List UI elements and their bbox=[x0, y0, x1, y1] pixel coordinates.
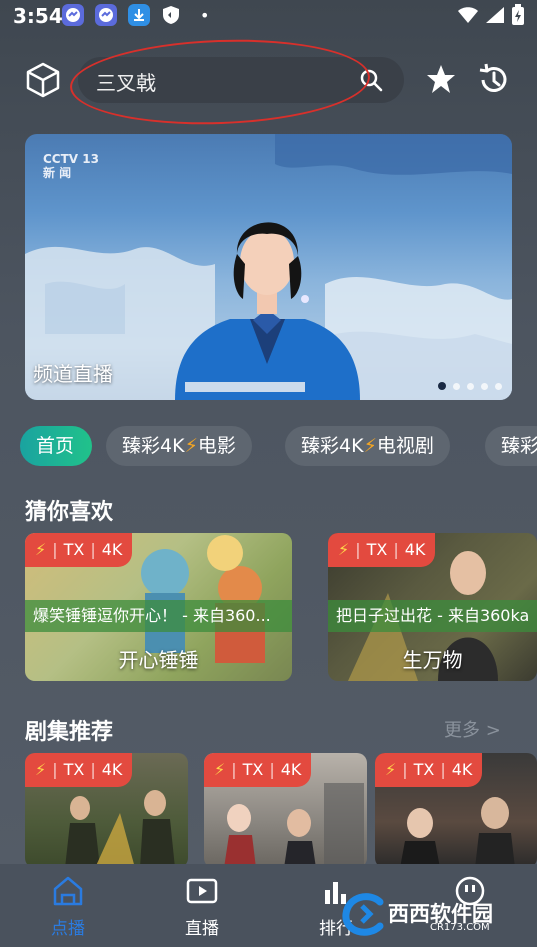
tab-4k-tv[interactable]: 臻彩4K⚡电视剧 bbox=[285, 426, 450, 466]
card-badge: ⚡ | TX | 4K bbox=[328, 533, 436, 567]
download-icon bbox=[128, 4, 150, 26]
nav-label: 点播 bbox=[51, 919, 85, 939]
carousel-dot[interactable] bbox=[481, 382, 488, 390]
cube-icon[interactable] bbox=[24, 61, 62, 99]
channel-logo: CCTV 13 新 闻 bbox=[43, 152, 99, 180]
bolt-icon: ⚡ bbox=[184, 435, 198, 457]
bolt-icon: ⚡ bbox=[35, 540, 47, 559]
status-time: 3:54 bbox=[13, 4, 63, 28]
nav-item-live[interactable]: 直播 bbox=[162, 874, 242, 939]
card-badge: ⚡ | TX | 4K bbox=[204, 753, 312, 787]
tab-home[interactable]: 首页 bbox=[20, 426, 92, 466]
badge-quality: 4K bbox=[404, 540, 426, 559]
shield-icon bbox=[160, 4, 182, 26]
video-card[interactable]: ⚡ | TX | 4K bbox=[25, 753, 188, 868]
card-badge: ⚡ | TX | 4K bbox=[375, 753, 483, 787]
badge-source: TX bbox=[242, 760, 264, 779]
channel-logo-line1: CCTV 13 bbox=[43, 152, 99, 166]
card-title: 开心锤锤 bbox=[118, 648, 199, 672]
video-card[interactable]: ⚡ | TX | 4K bbox=[375, 753, 537, 868]
badge-source: TX bbox=[366, 540, 388, 559]
category-tabs: 首页 臻彩4K⚡电影 臻彩4K⚡电视剧 臻彩 bbox=[20, 426, 537, 466]
bolt-icon: ⚡ bbox=[214, 760, 226, 779]
watermark-logo-icon bbox=[342, 893, 384, 936]
watermark-url: CR173.COM bbox=[430, 922, 490, 933]
home-icon bbox=[53, 876, 83, 906]
badge-source: TX bbox=[413, 760, 435, 779]
messenger-icon bbox=[62, 4, 84, 26]
bolt-icon: ⚡ bbox=[385, 760, 397, 779]
carousel-dot[interactable] bbox=[467, 382, 474, 390]
bolt-icon: ⚡ bbox=[35, 760, 47, 779]
banner-carousel[interactable]: CCTV 13 新 闻 频道直播 bbox=[25, 134, 512, 400]
history-icon[interactable] bbox=[475, 61, 513, 99]
wifi-icon bbox=[458, 7, 478, 23]
annotation-ellipse bbox=[68, 34, 372, 130]
video-card[interactable]: ⚡ | TX | 4K bbox=[204, 753, 367, 868]
status-right bbox=[457, 4, 525, 26]
carousel-indicator bbox=[438, 382, 502, 390]
banner-caption: 频道直播 bbox=[33, 362, 113, 386]
watermark: 西西软件园 CR173.COM bbox=[340, 892, 520, 938]
carousel-dot[interactable] bbox=[495, 382, 502, 390]
card-subtitle: 把日子过出花 - 来自360ka bbox=[328, 600, 537, 632]
star-icon[interactable] bbox=[424, 62, 458, 96]
badge-quality: 4K bbox=[101, 540, 123, 559]
card-title: 生万物 bbox=[402, 648, 463, 672]
status-bar: 3:54 • bbox=[0, 0, 537, 32]
badge-source: TX bbox=[63, 760, 85, 779]
messenger-icon bbox=[95, 4, 117, 26]
section-title-series: 剧集推荐 bbox=[25, 720, 114, 745]
notification-dot: • bbox=[200, 6, 210, 25]
video-card[interactable]: ⚡ | TX | 4K 爆笑锤锤逗你开心！ - 来自360... 开心锤锤 bbox=[25, 533, 292, 681]
badge-quality: 4K bbox=[280, 760, 302, 779]
nav-item-vod[interactable]: 点播 bbox=[28, 874, 108, 939]
tab-4k-movie[interactable]: 臻彩4K⚡电影 bbox=[106, 426, 252, 466]
signal-icon bbox=[486, 7, 504, 23]
section-title-guess: 猜你喜欢 bbox=[25, 500, 114, 525]
video-card[interactable]: ⚡ | TX | 4K 把日子过出花 - 来自360ka 生万物 bbox=[328, 533, 537, 681]
battery-charging-icon bbox=[512, 4, 524, 25]
carousel-dot[interactable] bbox=[453, 382, 460, 390]
badge-quality: 4K bbox=[451, 760, 473, 779]
carousel-dot[interactable] bbox=[438, 382, 446, 390]
play-icon bbox=[186, 878, 218, 904]
card-badge: ⚡ | TX | 4K bbox=[25, 533, 133, 567]
bolt-icon: ⚡ bbox=[338, 540, 350, 559]
badge-source: TX bbox=[63, 540, 85, 559]
more-link[interactable]: 更多 > bbox=[444, 716, 501, 742]
tab-4k-more[interactable]: 臻彩 bbox=[485, 426, 537, 466]
badge-quality: 4K bbox=[101, 760, 123, 779]
bolt-icon: ⚡ bbox=[363, 435, 377, 457]
channel-logo-line2: 新 闻 bbox=[43, 166, 72, 180]
nav-label: 直播 bbox=[185, 919, 219, 939]
card-subtitle: 爆笑锤锤逗你开心！ - 来自360... bbox=[25, 600, 292, 632]
card-badge: ⚡ | TX | 4K bbox=[25, 753, 133, 787]
